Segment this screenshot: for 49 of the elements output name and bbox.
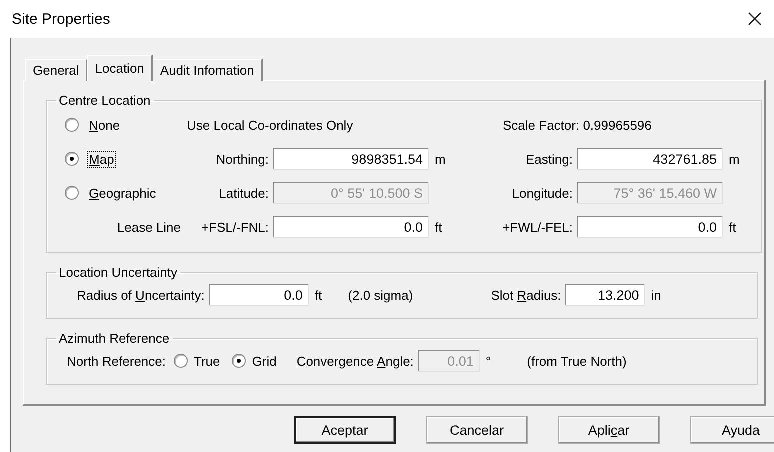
tab[interactable]: Location [87,55,154,81]
field-label: North Reference: [66,354,166,368]
radio-circle[interactable] [65,118,79,132]
radio-circle[interactable] [174,354,188,368]
unit-label: m [728,152,741,166]
radio-circle[interactable] [65,152,79,166]
unit-label: in [650,288,662,302]
unit-label: ft [434,220,444,234]
input-field[interactable]: 0.0 [577,216,723,238]
field-label: +FSL/-FNL: [200,220,270,234]
scale-factor-text: Scale Factor: 0.99965596 [502,118,653,132]
dialog-button[interactable]: Cancelar [426,416,528,444]
input-field[interactable]: 13.200 [565,284,646,306]
radio-circle[interactable] [65,186,79,200]
dialog-button[interactable]: Ayuda [690,416,774,444]
field-label: Slot Radius: [491,288,562,302]
unit-label: m [434,152,447,166]
radio-button[interactable]: True [174,354,220,368]
field-label: Easting: [525,152,574,166]
tab[interactable]: Audit Infomation [152,59,264,81]
field-label: Longitude: [511,186,574,200]
input-field[interactable]: 9898351.54 [273,148,429,170]
note-text: (from True North) [527,354,627,368]
field-label: Convergence Angle: [296,354,415,368]
unit-label: ft [728,220,738,234]
radio-circle[interactable] [232,354,246,368]
info-text: Use Local Co-ordinates Only [187,118,354,132]
unit-label: ft [314,288,322,302]
radio-button[interactable]: Grid [232,354,277,368]
window-title: Site Properties [12,10,110,28]
tab[interactable]: General [25,59,88,81]
input-field[interactable]: 432761.85 [577,148,723,170]
group-title: Centre Location [58,93,152,108]
dialog-button[interactable]: Aplicar [558,416,660,444]
row-caption: Lease Line [116,220,182,234]
field-label: +FWL/-FEL: [502,220,574,234]
sigma-text: (2.0 sigma) [348,288,414,302]
radio-button[interactable]: None [65,116,122,134]
input-field[interactable]: 0.0 [208,284,309,306]
field-label: Northing: [215,152,270,166]
group-title: Azimuth Reference [58,331,171,346]
input-field[interactable]: 0.0 [273,216,429,238]
close-icon [748,12,762,26]
group-title: Location Uncertainty [58,265,179,280]
unit-label: ° [484,354,492,368]
radio-button[interactable]: Geographic [65,184,158,202]
field-label: Latitude: [218,186,270,200]
dialog-button[interactable]: Aceptar [294,416,396,444]
field-label: Radius of Uncertainty: [76,288,206,302]
